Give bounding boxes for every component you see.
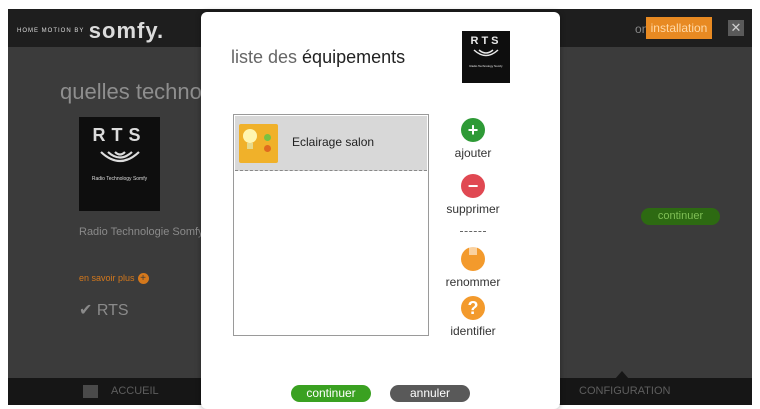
rts-logo-caption-small: Radio Technology Somfy xyxy=(469,64,503,68)
add-label: ajouter xyxy=(454,146,492,160)
nav-configuration[interactable]: CONFIGURATION xyxy=(579,385,670,397)
equipment-name: Eclairage salon xyxy=(292,135,375,149)
dialog-title: liste des équipements xyxy=(231,47,405,68)
home-icon[interactable] xyxy=(83,385,98,398)
light-bulb-icon xyxy=(239,124,278,163)
rts-logo-letters: RTS xyxy=(92,125,147,145)
background-continue-button[interactable]: continuer xyxy=(641,208,720,225)
plus-icon: + xyxy=(461,118,485,142)
radio-waves-icon-small xyxy=(473,49,499,57)
delete-label: supprimer xyxy=(446,202,500,216)
bulb-glass xyxy=(243,129,257,143)
learn-more-link[interactable]: en savoir plus + xyxy=(79,273,149,284)
continue-button[interactable]: continuer xyxy=(291,385,371,402)
rts-logo-letters-small: RTS xyxy=(470,35,502,47)
status-dot-orange xyxy=(264,145,271,152)
logo-brand: somfy. xyxy=(88,18,165,43)
list-item[interactable]: Eclairage salon xyxy=(235,116,427,171)
rts-selected-label: RTS xyxy=(96,302,129,319)
somfy-logo: HOME MOTION BY somfy. xyxy=(17,18,164,44)
logo-tagline: HOME MOTION BY xyxy=(17,28,85,34)
rts-selected-check[interactable]: ✔ RTS xyxy=(79,300,129,320)
cancel-button[interactable]: annuler xyxy=(390,385,470,402)
rts-logo-small: RTS Radio Technology Somfy xyxy=(462,31,510,83)
stop-icon xyxy=(461,247,485,271)
equipment-list[interactable]: Eclairage salon xyxy=(233,114,429,336)
question-icon: ? xyxy=(461,296,485,320)
background-title: quelles technolo xyxy=(60,79,220,104)
delete-button[interactable]: − supprimer xyxy=(433,174,513,216)
identify-label: identifier xyxy=(450,324,496,338)
close-icon[interactable]: ✕ xyxy=(728,20,744,36)
installation-button[interactable]: installation xyxy=(646,17,712,39)
rts-technology-label: Radio Technologie Somfy xyxy=(79,226,204,238)
rename-label: renommer xyxy=(445,275,501,289)
nav-accueil[interactable]: ACCUEIL xyxy=(111,385,159,397)
rename-button[interactable]: renommer xyxy=(433,239,513,289)
rts-logo-large[interactable]: RTS Radio Technology Somfy xyxy=(79,117,160,211)
equipment-list-dialog: liste des équipements RTS Radio Technolo… xyxy=(201,12,560,409)
checkmark-icon: ✔ xyxy=(79,302,93,319)
dialog-title-main: équipements xyxy=(302,47,406,67)
learn-more-label: en savoir plus xyxy=(79,273,135,283)
dialog-title-prefix: liste des xyxy=(231,47,303,67)
radio-waves-icon xyxy=(99,151,140,163)
actions-divider xyxy=(460,231,486,232)
minus-icon: − xyxy=(461,174,485,198)
plus-icon: + xyxy=(137,273,149,284)
add-button[interactable]: + ajouter xyxy=(433,118,513,160)
identify-button[interactable]: ? identifier xyxy=(433,296,513,338)
rts-logo-caption: Radio Technology Somfy xyxy=(91,176,148,182)
bulb-base xyxy=(247,143,253,149)
status-dot-green xyxy=(264,134,271,141)
